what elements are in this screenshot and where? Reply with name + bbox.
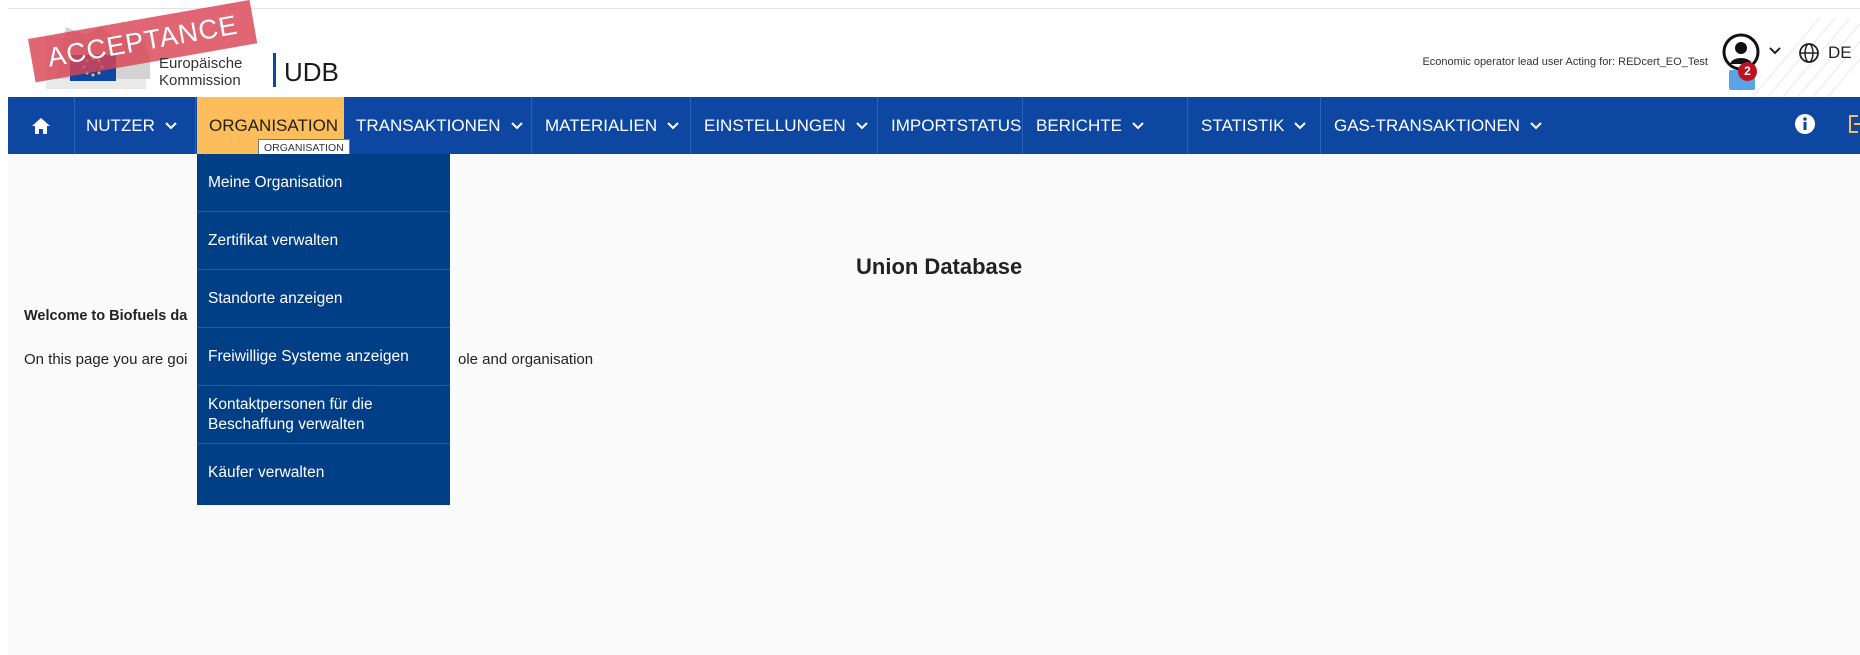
nav-gas-transaktionen[interactable]: GAS-TRANSAKTIONEN	[1322, 97, 1550, 154]
intro-text-right: ole and organisation	[458, 351, 594, 368]
menu-item-standorte-anzeigen[interactable]: Standorte anzeigen	[197, 270, 450, 328]
nav-label: IMPORTSTATUS	[891, 115, 1022, 135]
nav-einstellungen[interactable]: EINSTELLUNGEN	[692, 97, 878, 154]
chevron-down-icon[interactable]	[1768, 44, 1782, 58]
nav-transaktionen[interactable]: TRANSAKTIONEN	[344, 97, 532, 154]
language-selector[interactable]: DE	[1828, 43, 1852, 63]
logo-separator	[273, 53, 276, 87]
notification-badge: 2	[1738, 62, 1757, 81]
nav-importstatus[interactable]: IMPORTSTATUS	[879, 97, 1023, 154]
ec-logo[interactable]: ACCEPTANCE Europäische Kommission UDB	[28, 0, 339, 97]
nav-label: ORGANISATION	[209, 115, 339, 135]
chevron-down-icon	[510, 121, 523, 129]
nav-label: NUTZER	[86, 115, 155, 135]
intro-text-left: On this page you are goi	[24, 351, 188, 368]
page-title: Union Database	[856, 254, 1023, 279]
acting-for-text: Economic operator lead user Acting for: …	[1422, 56, 1708, 68]
nav-label: STATISTIK	[1201, 115, 1285, 135]
globe-icon[interactable]	[1798, 42, 1820, 64]
info-icon[interactable]	[1794, 113, 1816, 135]
chevron-down-icon	[1530, 121, 1542, 129]
chevron-down-icon	[1294, 121, 1307, 129]
nav-label: TRANSAKTIONEN	[356, 115, 501, 135]
nav-materialien[interactable]: MATERIALIEN	[533, 97, 691, 154]
nav-label: EINSTELLUNGEN	[704, 115, 846, 135]
home-button[interactable]	[8, 97, 75, 154]
menu-item-kaeufer-verwalten[interactable]: Käufer verwalten	[197, 444, 450, 502]
logout-icon[interactable]	[1848, 113, 1860, 135]
menu-item-kontaktpersonen[interactable]: Kontaktpersonen für die Beschaffung verw…	[197, 386, 450, 444]
menu-item-freiwillige-systeme[interactable]: Freiwillige Systeme anzeigen	[197, 328, 450, 386]
chevron-down-icon	[165, 121, 177, 129]
chevron-down-icon	[667, 121, 679, 129]
menu-item-meine-organisation[interactable]: Meine Organisation	[197, 154, 450, 212]
ec-line-2: Kommission	[159, 72, 241, 89]
header-bar: ACCEPTANCE Europäische Kommission UDB Ec…	[8, 0, 1860, 100]
chevron-down-icon	[855, 121, 868, 129]
nav-nutzer[interactable]: NUTZER	[74, 97, 196, 154]
organisation-dropdown-menu: Meine Organisation Zertifikat verwalten …	[197, 154, 450, 505]
ec-wordmark: Europäische Kommission	[159, 55, 242, 89]
chevron-down-icon	[1132, 121, 1144, 129]
app-name: UDB	[284, 57, 339, 87]
menu-item-zertifikat-verwalten[interactable]: Zertifikat verwalten	[197, 212, 450, 270]
nav-statistik[interactable]: STATISTIK	[1189, 97, 1321, 154]
ec-line-1: Europäische	[159, 55, 243, 72]
nav-label: MATERIALIEN	[545, 115, 658, 135]
nav-label: GAS-TRANSAKTIONEN	[1334, 115, 1521, 135]
home-icon	[32, 117, 50, 134]
nav-label: BERICHTE	[1036, 115, 1122, 135]
nav-berichte[interactable]: BERICHTE	[1024, 97, 1188, 154]
welcome-heading: Welcome to Biofuels da	[24, 308, 188, 324]
